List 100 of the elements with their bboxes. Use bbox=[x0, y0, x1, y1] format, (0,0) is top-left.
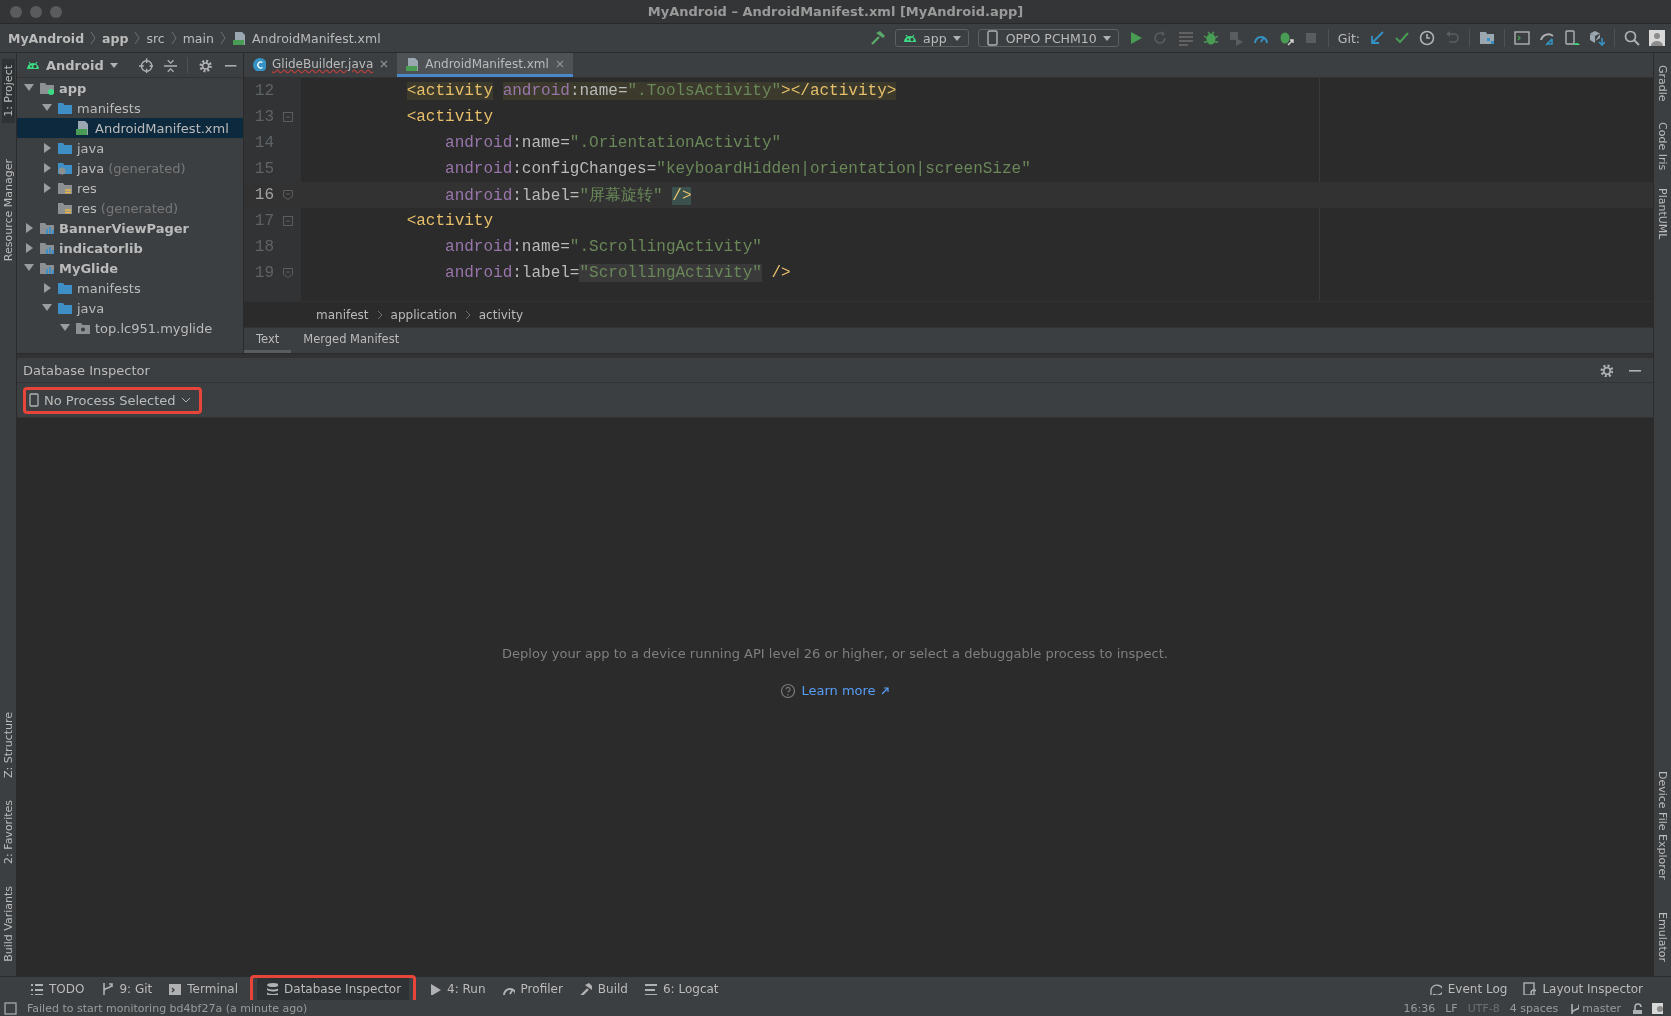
cursor-position[interactable]: 16:36 bbox=[1403, 1001, 1436, 1015]
tool-window-tab[interactable]: Profiler bbox=[493, 977, 571, 1000]
avatar-icon[interactable] bbox=[1649, 30, 1665, 46]
tree-item[interactable]: manifests bbox=[17, 98, 243, 118]
close-icon[interactable] bbox=[379, 58, 390, 69]
tool-window-tab[interactable]: Resource Manager bbox=[1, 152, 15, 267]
collapsed-arrow-icon bbox=[41, 182, 53, 194]
status-icon[interactable] bbox=[4, 1001, 17, 1015]
breadcrumb[interactable]: manifest bbox=[316, 307, 369, 322]
phone-icon bbox=[984, 30, 1001, 46]
caret-icon bbox=[108, 60, 119, 70]
editor-tab[interactable]: AndroidManifest.xml bbox=[397, 53, 573, 77]
commit-icon[interactable] bbox=[1394, 30, 1410, 46]
breadcrumb[interactable]: application bbox=[390, 307, 457, 322]
tool-window-tab[interactable]: Terminal bbox=[160, 977, 247, 1000]
close-button[interactable] bbox=[10, 5, 22, 18]
code-line: android:label="ScrollingActivity" /> bbox=[444, 264, 791, 282]
line-separator[interactable]: LF bbox=[1445, 1001, 1458, 1015]
tree-item[interactable]: res (generated) bbox=[17, 198, 243, 218]
close-icon[interactable] bbox=[554, 58, 565, 69]
minimize-button[interactable] bbox=[30, 5, 42, 18]
tool-window-tab[interactable]: Gradle bbox=[1656, 59, 1669, 108]
chevron-icon bbox=[464, 309, 471, 320]
external-link-icon bbox=[879, 685, 890, 696]
tree-item[interactable]: MyGlide bbox=[17, 258, 243, 278]
collapsed-arrow-icon bbox=[41, 282, 53, 294]
editor-tab[interactable]: GlideBuilder.java bbox=[244, 53, 398, 77]
tool-window-tab[interactable]: Build Variants bbox=[1, 880, 15, 968]
collapsed-arrow-icon bbox=[23, 242, 35, 254]
lock-icon[interactable] bbox=[1631, 1002, 1642, 1014]
code-line: <activity bbox=[405, 108, 494, 126]
breadcrumb[interactable]: src bbox=[146, 30, 165, 46]
tool-window-tab[interactable]: Emulator bbox=[1656, 906, 1669, 968]
settings-icon[interactable] bbox=[198, 57, 213, 73]
zoom-button[interactable] bbox=[50, 5, 62, 18]
tool-window-tab[interactable]: Database Inspector bbox=[257, 977, 410, 1000]
breadcrumb[interactable]: main bbox=[182, 30, 214, 46]
code-line: <activity android:name=".ToolsActivity"></activity> bbox=[405, 82, 897, 100]
fold-icon[interactable] bbox=[282, 190, 293, 200]
device-dropdown[interactable]: OPPO PCHM10 bbox=[977, 29, 1119, 47]
code-line: android:configChanges="keyboardHidden|orientation|screenSize" bbox=[444, 160, 1031, 178]
tool-window-tab[interactable]: 2: Favorites bbox=[1, 794, 15, 871]
breadcrumb[interactable]: activity bbox=[478, 307, 523, 322]
line-number: 16 bbox=[253, 186, 274, 204]
git-label: Git: bbox=[1337, 30, 1360, 46]
chevron-icon bbox=[170, 31, 177, 45]
tool-window-tab[interactable]: Code Iris bbox=[1656, 115, 1669, 176]
debug-icon[interactable] bbox=[1202, 30, 1219, 46]
tool-window-tab[interactable]: Device File Explorer bbox=[1656, 765, 1669, 886]
fold-icon[interactable] bbox=[282, 268, 293, 278]
breadcrumb[interactable]: app bbox=[102, 30, 129, 46]
tool-window-tab[interactable]: Event Log bbox=[1420, 977, 1516, 1000]
search-icon[interactable] bbox=[1624, 30, 1640, 46]
caret-icon bbox=[1101, 33, 1112, 43]
empty-state-message: Deploy your app to a device running API level 26 or higher, or select a debuggable process to inspect. bbox=[502, 646, 1168, 661]
git-branch[interactable]: master bbox=[1568, 1001, 1621, 1015]
branch-icon bbox=[1568, 1002, 1580, 1014]
tool-window-tab[interactable]: 1: Project bbox=[1, 59, 15, 123]
tool-window-tab[interactable]: TODO bbox=[22, 977, 93, 1000]
chevron-icon bbox=[134, 31, 141, 45]
list-icon[interactable] bbox=[1177, 30, 1194, 46]
code-line: android:name=".OrientationActivity" bbox=[444, 134, 782, 152]
tool-window-tab[interactable]: 4: Run bbox=[420, 977, 494, 1000]
tool-window-tab[interactable]: Layout Inspector bbox=[1515, 977, 1651, 1000]
caret-icon bbox=[951, 33, 962, 43]
locate-icon[interactable] bbox=[138, 57, 154, 73]
tree-item[interactable]: app bbox=[17, 78, 243, 98]
indent-setting[interactable]: 4 spaces bbox=[1509, 1001, 1559, 1015]
code-line: <activity bbox=[405, 212, 494, 230]
update-icon[interactable] bbox=[1369, 30, 1385, 46]
tool-window-tab[interactable]: 6: Logcat bbox=[635, 977, 727, 1000]
breadcrumb[interactable]: MyAndroid bbox=[8, 30, 85, 46]
hammer-icon[interactable] bbox=[870, 30, 887, 46]
fold-icon[interactable] bbox=[282, 112, 293, 122]
tree-item[interactable]: top.lc951.myglide bbox=[17, 318, 243, 338]
tree-item[interactable]: AndroidManifest.xml bbox=[17, 118, 243, 138]
phone-icon bbox=[29, 393, 39, 407]
collapsed-arrow-icon bbox=[41, 142, 53, 154]
tool-window-tab[interactable]: PlantUML bbox=[1656, 181, 1669, 246]
tool-window-tab[interactable]: Build bbox=[570, 977, 636, 1000]
process-dropdown[interactable]: No Process Selected bbox=[29, 392, 191, 408]
tree-item[interactable]: indicatorlib bbox=[17, 238, 243, 258]
tree-item[interactable]: res bbox=[17, 178, 243, 198]
history-icon[interactable] bbox=[1419, 30, 1435, 46]
fold-icon[interactable] bbox=[282, 216, 293, 226]
tool-window-tab[interactable]: 9: Git bbox=[92, 977, 161, 1000]
settings-icon[interactable] bbox=[1599, 363, 1613, 377]
tree-item[interactable]: java bbox=[17, 138, 243, 158]
learn-more-link[interactable]: Learn more bbox=[801, 683, 890, 698]
tree-item[interactable]: BannerViewPager bbox=[17, 218, 243, 238]
terminal-window-icon[interactable] bbox=[1514, 30, 1530, 46]
breadcrumb[interactable]: AndroidManifest.xml bbox=[251, 30, 381, 46]
tree-item[interactable]: java (generated) bbox=[17, 158, 243, 178]
view-dropdown[interactable]: Android bbox=[25, 57, 119, 73]
tool-window-tab[interactable]: Z: Structure bbox=[1, 706, 15, 785]
tree-item[interactable]: java bbox=[17, 298, 243, 318]
view-tab[interactable]: Merged Manifest bbox=[291, 328, 412, 353]
tree-item[interactable]: manifests bbox=[17, 278, 243, 298]
collapse-all-icon[interactable] bbox=[163, 57, 178, 73]
run-configuration-dropdown[interactable]: app bbox=[895, 29, 969, 47]
